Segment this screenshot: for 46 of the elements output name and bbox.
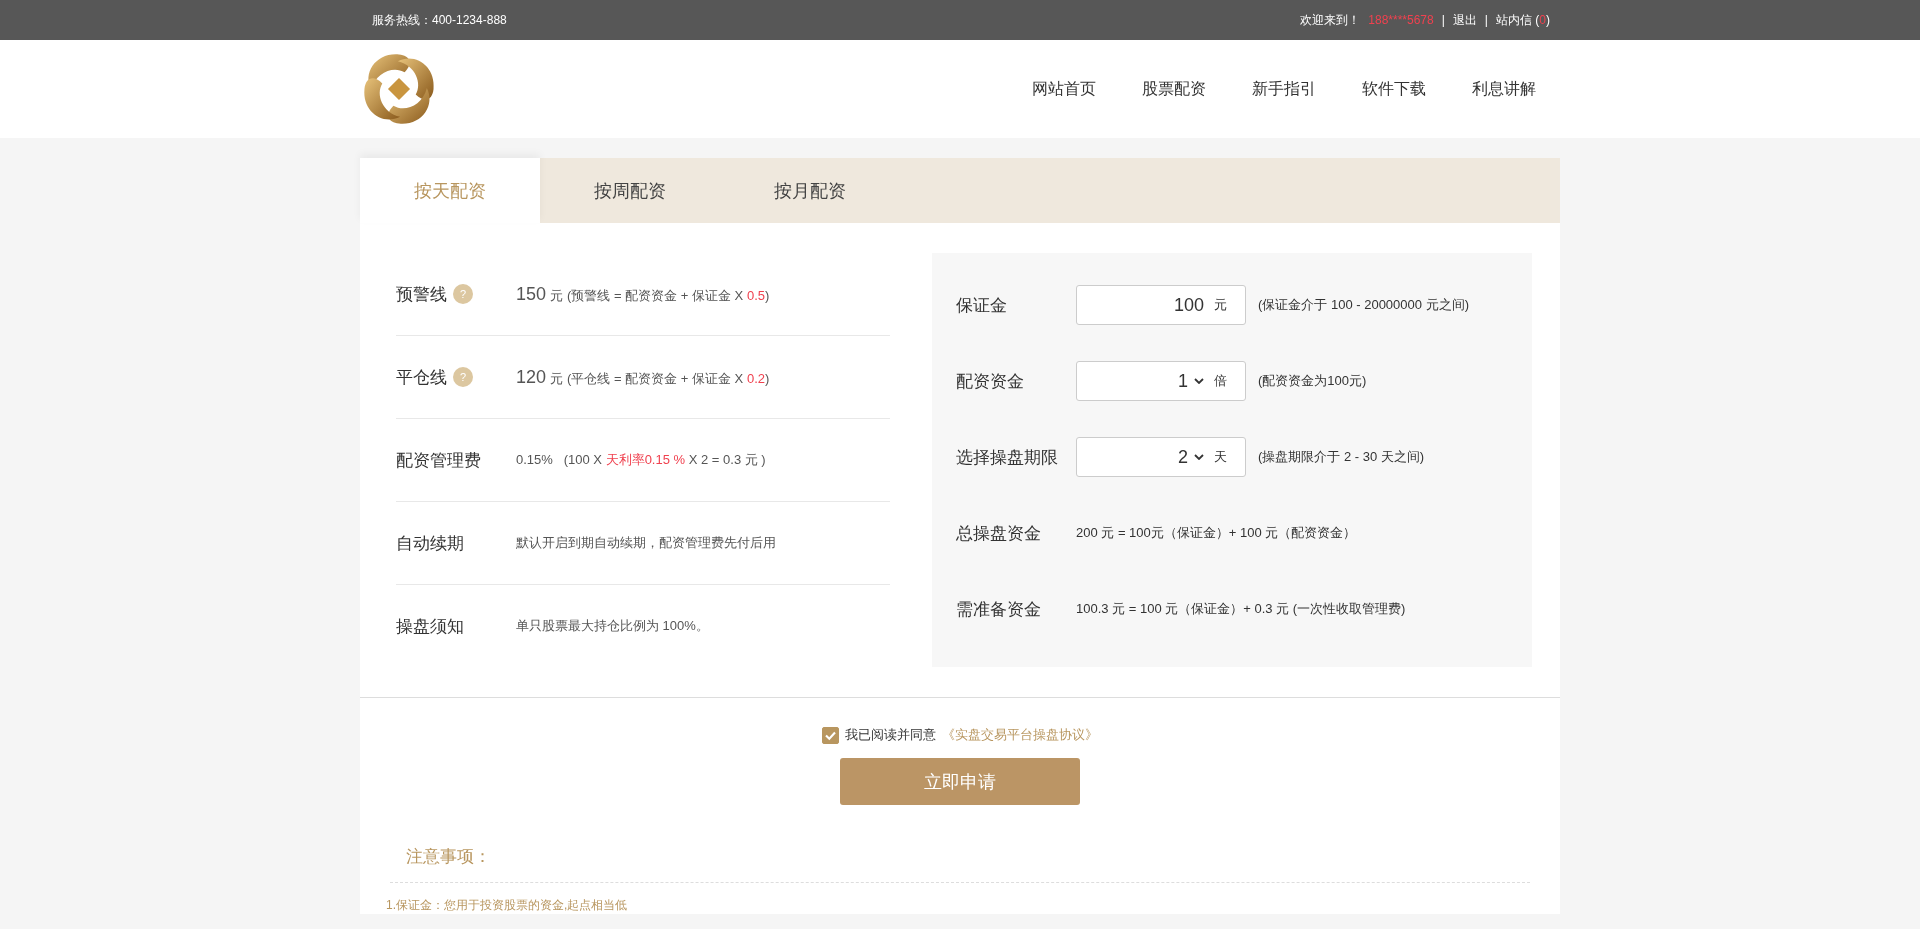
form-label: 配资资金 xyxy=(956,370,1025,393)
amount-text: 150 xyxy=(516,283,547,305)
row-label: 操盘须知 xyxy=(396,615,464,638)
nav-link[interactable]: 软件下载 xyxy=(1362,78,1426,100)
formula-text: 默认开启到期自动续期，配资管理费先付后用 xyxy=(516,534,776,552)
row-label: 预警线 xyxy=(396,283,447,306)
tab[interactable]: 按周配资 xyxy=(540,158,720,223)
form-label: 需准备资金 xyxy=(956,598,1042,621)
nav-link[interactable]: 新手指引 xyxy=(1252,78,1316,100)
nav-link[interactable]: 股票配资 xyxy=(1142,78,1206,100)
hotline-text: 服务热线：400-1234-888 xyxy=(372,11,507,29)
logout-link[interactable]: 退出 xyxy=(1452,11,1477,29)
form-label: 保证金 xyxy=(956,294,1008,317)
unit-text: 元 xyxy=(550,369,564,388)
row-label: 自动续期 xyxy=(396,532,464,555)
calculation-text: 200 元 = 100元（保证金）+ 100 元（配资资金） xyxy=(1076,524,1357,542)
hint-text: (操盘期限介于 2 - 30 天之间) xyxy=(1258,448,1425,466)
note-text: 1.保证金：您用于投资股票的资金,起点相当低 xyxy=(386,897,628,914)
select-dropdown[interactable]: 1 倍 xyxy=(1076,361,1246,401)
formula-text: 0.15% (100 X 天利率0.15 % X 2 = 0.3 元 ) xyxy=(516,451,766,469)
formula-text: 单只股票最大持仓比例为 100%。 xyxy=(516,617,709,635)
messages-link[interactable]: 站内信 (0) xyxy=(1495,11,1550,29)
chevron-down-icon xyxy=(1194,378,1204,384)
welcome-text: 欢迎来到！ xyxy=(1300,11,1361,29)
agreement-text: 我已阅读并同意 xyxy=(845,726,936,744)
form-label: 选择操盘期限 xyxy=(956,446,1059,469)
notes-title: 注意事项： xyxy=(406,846,491,868)
tab[interactable]: 按月配资 xyxy=(720,158,900,223)
agreement-checkbox[interactable] xyxy=(822,726,839,744)
formula-text: (平仓线 = 配资资金 + 保证金 X 0.2) xyxy=(567,369,770,388)
formula-text: (预警线 = 配资资金 + 保证金 X 0.5) xyxy=(567,286,770,305)
form-label: 总操盘资金 xyxy=(956,522,1042,545)
hint-text: (配资资金为100元) xyxy=(1258,372,1367,390)
hint-text: (保证金介于 100 - 20000000 元之间) xyxy=(1258,296,1469,314)
separator-text: | xyxy=(1484,13,1488,27)
separator-text: | xyxy=(1441,13,1445,27)
unit-text: 元 xyxy=(550,286,564,305)
chevron-down-icon xyxy=(1194,454,1204,460)
amount-input-field[interactable]: 100 元 xyxy=(1076,285,1246,325)
row-label: 平仓线 xyxy=(396,366,447,389)
select-dropdown[interactable]: 2 天 xyxy=(1076,437,1246,477)
nav-link[interactable]: 网站首页 xyxy=(1032,78,1096,100)
amount-text: 120 xyxy=(516,366,547,388)
nav-link[interactable]: 利息讲解 xyxy=(1472,78,1536,100)
calculation-text: 100.3 元 = 100 元（保证金）+ 0.3 元 (一次性收取管理费) xyxy=(1076,600,1406,618)
row-label: 配资管理费 xyxy=(396,449,481,472)
